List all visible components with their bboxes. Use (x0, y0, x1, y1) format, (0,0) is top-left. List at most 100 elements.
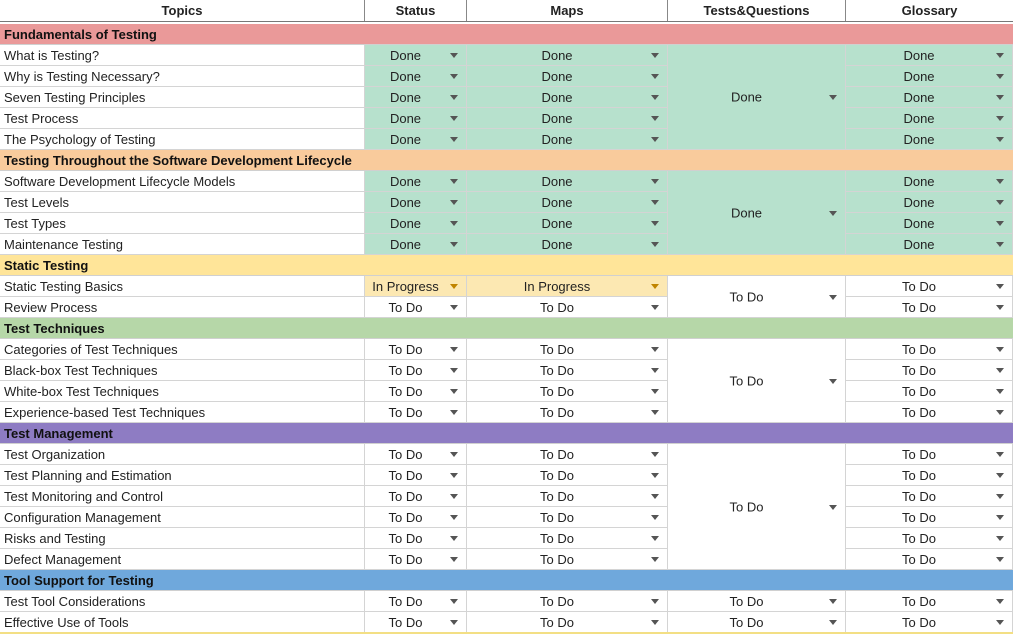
dropdown-arrow-icon[interactable] (651, 221, 659, 226)
dropdown-arrow-icon[interactable] (651, 284, 659, 289)
dropdown-arrow-icon[interactable] (996, 74, 1004, 79)
topic-cell[interactable]: Static Testing Basics (0, 276, 365, 297)
topic-cell[interactable]: Risks and Testing (0, 528, 365, 549)
dropdown-arrow-icon[interactable] (996, 347, 1004, 352)
dropdown-arrow-icon[interactable] (651, 305, 659, 310)
tests-dropdown[interactable]: To Do (668, 591, 846, 612)
dropdown-arrow-icon[interactable] (996, 284, 1004, 289)
header-status[interactable]: Status (365, 0, 467, 21)
header-maps[interactable]: Maps (467, 0, 668, 21)
dropdown-arrow-icon[interactable] (450, 95, 458, 100)
topic-cell[interactable]: Review Process (0, 297, 365, 318)
status-dropdown[interactable]: In Progress (365, 276, 467, 297)
maps-dropdown[interactable]: To Do (467, 297, 668, 318)
topic-cell[interactable]: Experience-based Test Techniques (0, 402, 365, 423)
dropdown-arrow-icon[interactable] (651, 620, 659, 625)
dropdown-arrow-icon[interactable] (450, 494, 458, 499)
status-dropdown[interactable]: To Do (365, 486, 467, 507)
maps-dropdown[interactable]: To Do (467, 339, 668, 360)
dropdown-arrow-icon[interactable] (450, 53, 458, 58)
status-dropdown[interactable]: To Do (365, 507, 467, 528)
dropdown-arrow-icon[interactable] (996, 305, 1004, 310)
glossary-dropdown[interactable]: Done (846, 171, 1013, 192)
dropdown-arrow-icon[interactable] (651, 200, 659, 205)
dropdown-arrow-icon[interactable] (996, 620, 1004, 625)
dropdown-arrow-icon[interactable] (450, 410, 458, 415)
glossary-dropdown[interactable]: To Do (846, 444, 1013, 465)
dropdown-arrow-icon[interactable] (996, 599, 1004, 604)
status-dropdown[interactable]: To Do (365, 381, 467, 402)
topic-cell[interactable]: Test Monitoring and Control (0, 486, 365, 507)
dropdown-arrow-icon[interactable] (996, 452, 1004, 457)
tests-questions-merged-dropdown[interactable]: To Do (668, 444, 846, 570)
maps-dropdown[interactable]: To Do (467, 528, 668, 549)
maps-dropdown[interactable]: Done (467, 87, 668, 108)
status-dropdown[interactable]: Done (365, 45, 467, 66)
status-dropdown[interactable]: Done (365, 234, 467, 255)
dropdown-arrow-icon[interactable] (450, 536, 458, 541)
maps-dropdown[interactable]: Done (467, 234, 668, 255)
glossary-dropdown[interactable]: Done (846, 45, 1013, 66)
topic-cell[interactable]: Software Development Lifecycle Models (0, 171, 365, 192)
dropdown-arrow-icon[interactable] (450, 305, 458, 310)
topic-cell[interactable]: What is Testing? (0, 45, 365, 66)
dropdown-arrow-icon[interactable] (996, 116, 1004, 121)
maps-dropdown[interactable]: To Do (467, 381, 668, 402)
dropdown-arrow-icon[interactable] (996, 137, 1004, 142)
section-header[interactable]: Testing Throughout the Software Developm… (0, 150, 1013, 171)
topic-cell[interactable]: Black-box Test Techniques (0, 360, 365, 381)
dropdown-arrow-icon[interactable] (450, 221, 458, 226)
dropdown-arrow-icon[interactable] (996, 410, 1004, 415)
glossary-dropdown[interactable]: To Do (846, 297, 1013, 318)
status-dropdown[interactable]: To Do (365, 549, 467, 570)
dropdown-arrow-icon[interactable] (450, 347, 458, 352)
topic-cell[interactable]: The Psychology of Testing (0, 129, 365, 150)
glossary-dropdown[interactable]: To Do (846, 402, 1013, 423)
dropdown-arrow-icon[interactable] (651, 179, 659, 184)
maps-dropdown[interactable]: To Do (467, 486, 668, 507)
dropdown-arrow-icon[interactable] (996, 515, 1004, 520)
dropdown-arrow-icon[interactable] (651, 137, 659, 142)
maps-dropdown[interactable]: Done (467, 171, 668, 192)
tests-questions-merged-dropdown[interactable]: To Do (668, 339, 846, 423)
dropdown-arrow-icon[interactable] (996, 221, 1004, 226)
maps-dropdown[interactable]: To Do (467, 612, 668, 633)
glossary-dropdown[interactable]: Done (846, 213, 1013, 234)
dropdown-arrow-icon[interactable] (450, 452, 458, 457)
tests-dropdown[interactable]: To Do (668, 612, 846, 633)
dropdown-arrow-icon[interactable] (996, 179, 1004, 184)
glossary-dropdown[interactable]: To Do (846, 591, 1013, 612)
section-header[interactable]: Test Management (0, 423, 1013, 444)
status-dropdown[interactable]: Done (365, 171, 467, 192)
dropdown-arrow-icon[interactable] (450, 620, 458, 625)
topic-cell[interactable]: Maintenance Testing (0, 234, 365, 255)
dropdown-arrow-icon[interactable] (996, 473, 1004, 478)
topic-cell[interactable]: White-box Test Techniques (0, 381, 365, 402)
section-header[interactable]: Static Testing (0, 255, 1013, 276)
maps-dropdown[interactable]: In Progress (467, 276, 668, 297)
dropdown-arrow-icon[interactable] (450, 473, 458, 478)
status-dropdown[interactable]: To Do (365, 360, 467, 381)
dropdown-arrow-icon[interactable] (450, 515, 458, 520)
maps-dropdown[interactable]: Done (467, 129, 668, 150)
dropdown-arrow-icon[interactable] (651, 74, 659, 79)
header-tests-questions[interactable]: Tests&Questions (668, 0, 846, 21)
status-dropdown[interactable]: Done (365, 192, 467, 213)
section-header[interactable]: Test Techniques (0, 318, 1013, 339)
dropdown-arrow-icon[interactable] (996, 95, 1004, 100)
status-dropdown[interactable]: Done (365, 87, 467, 108)
status-dropdown[interactable]: To Do (365, 528, 467, 549)
dropdown-arrow-icon[interactable] (450, 368, 458, 373)
topic-cell[interactable]: Configuration Management (0, 507, 365, 528)
status-dropdown[interactable]: To Do (365, 339, 467, 360)
topic-cell[interactable]: Defect Management (0, 549, 365, 570)
maps-dropdown[interactable]: Done (467, 108, 668, 129)
maps-dropdown[interactable]: To Do (467, 444, 668, 465)
dropdown-arrow-icon[interactable] (450, 179, 458, 184)
topic-cell[interactable]: Why is Testing Necessary? (0, 66, 365, 87)
header-topics[interactable]: Topics (0, 0, 365, 21)
dropdown-arrow-icon[interactable] (450, 74, 458, 79)
dropdown-arrow-icon[interactable] (651, 347, 659, 352)
status-dropdown[interactable]: To Do (365, 297, 467, 318)
status-dropdown[interactable]: To Do (365, 465, 467, 486)
